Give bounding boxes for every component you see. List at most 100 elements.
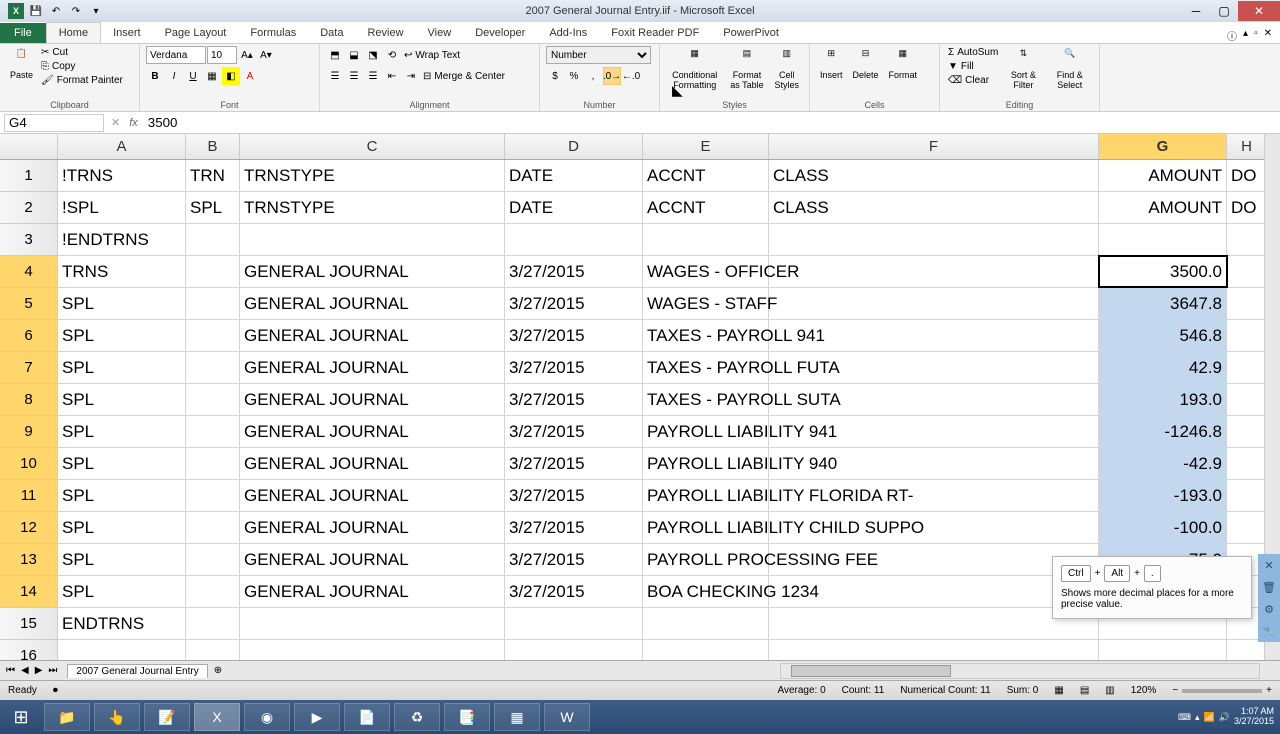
cell-H4[interactable] <box>1227 256 1267 287</box>
cell-D3[interactable] <box>505 224 643 255</box>
italic-button[interactable]: I <box>165 67 183 85</box>
side-gear-icon[interactable]: ⚙ <box>1258 598 1280 620</box>
cell-G4[interactable]: 3500.0 <box>1099 256 1227 287</box>
taskbar-app3[interactable]: ♻ <box>394 703 440 731</box>
cell-H11[interactable] <box>1227 480 1267 511</box>
cell-E15[interactable] <box>643 608 769 639</box>
font-size-input[interactable] <box>207 46 237 64</box>
formula-input[interactable] <box>144 114 1280 132</box>
cell-D2[interactable]: DATE <box>505 192 643 223</box>
tab-addins[interactable]: Add-Ins <box>537 23 599 43</box>
cell-C5[interactable]: GENERAL JOURNAL <box>240 288 505 319</box>
tab-data[interactable]: Data <box>308 23 355 43</box>
increase-indent-button[interactable]: ⇥ <box>402 67 420 85</box>
cell-A9[interactable]: SPL <box>58 416 186 447</box>
column-header-A[interactable]: A <box>58 134 186 159</box>
cell-F2[interactable]: CLASS <box>769 192 1099 223</box>
cell-D10[interactable]: 3/27/2015 <box>505 448 643 479</box>
restore-window-icon[interactable]: ▫ <box>1254 28 1258 43</box>
tab-foxit[interactable]: Foxit Reader PDF <box>599 23 711 43</box>
cell-C12[interactable]: GENERAL JOURNAL <box>240 512 505 543</box>
side-trash-icon[interactable]: 🗑 <box>1258 576 1280 598</box>
cell-D1[interactable]: DATE <box>505 160 643 191</box>
taskbar-chrome[interactable]: ◉ <box>244 703 290 731</box>
cell-A7[interactable]: SPL <box>58 352 186 383</box>
cell-E2[interactable]: ACCNT <box>643 192 769 223</box>
cell-A2[interactable]: !SPL <box>58 192 186 223</box>
decrease-indent-button[interactable]: ⇤ <box>383 67 401 85</box>
taskbar-touch[interactable]: 👆 <box>94 703 140 731</box>
tab-developer[interactable]: Developer <box>463 23 537 43</box>
delete-cells-button[interactable]: ⊟Delete <box>849 46 883 82</box>
cell-A6[interactable]: SPL <box>58 320 186 351</box>
cell-G5[interactable]: 3647.8 <box>1099 288 1227 319</box>
cell-D13[interactable]: 3/27/2015 <box>505 544 643 575</box>
tray-up-icon[interactable]: ▴ <box>1195 712 1200 723</box>
taskbar-word[interactable]: W <box>544 703 590 731</box>
cell-B12[interactable] <box>186 512 240 543</box>
column-header-C[interactable]: C <box>240 134 505 159</box>
row-header-2[interactable]: 2 <box>0 192 58 224</box>
wrap-text-button[interactable]: ↩Wrap Text <box>402 46 462 64</box>
zoom-level[interactable]: 120% <box>1131 685 1157 696</box>
row-header-8[interactable]: 8 <box>0 384 58 416</box>
column-header-G[interactable]: G <box>1099 134 1227 159</box>
row-header-10[interactable]: 10 <box>0 448 58 480</box>
cell-B5[interactable] <box>186 288 240 319</box>
row-header-11[interactable]: 11 <box>0 480 58 512</box>
fill-color-button[interactable]: ◧ <box>222 67 240 85</box>
row-header-4[interactable]: 4 <box>0 256 58 288</box>
cell-B15[interactable] <box>186 608 240 639</box>
cell-D9[interactable]: 3/27/2015 <box>505 416 643 447</box>
cell-D12[interactable]: 3/27/2015 <box>505 512 643 543</box>
cell-E12[interactable]: PAYROLL LIABILITY CHILD SUPPO <box>643 512 769 543</box>
new-sheet-icon[interactable]: ⊕ <box>214 665 222 676</box>
row-header-7[interactable]: 7 <box>0 352 58 384</box>
increase-font-icon[interactable]: A▴ <box>238 46 256 64</box>
align-center-button[interactable]: ☰ <box>345 67 363 85</box>
cell-D6[interactable]: 3/27/2015 <box>505 320 643 351</box>
cell-D5[interactable]: 3/27/2015 <box>505 288 643 319</box>
format-cells-button[interactable]: ▦Format <box>885 46 922 82</box>
cell-E8[interactable]: TAXES - PAYROLL SUTA <box>643 384 769 415</box>
cell-A3[interactable]: !ENDTRNS <box>58 224 186 255</box>
cell-C10[interactable]: GENERAL JOURNAL <box>240 448 505 479</box>
cell-B11[interactable] <box>186 480 240 511</box>
cell-C6[interactable]: GENERAL JOURNAL <box>240 320 505 351</box>
number-format-select[interactable]: Number <box>546 46 651 64</box>
cell-E4[interactable]: WAGES - OFFICER <box>643 256 769 287</box>
cell-E16[interactable] <box>643 640 769 660</box>
cell-E14[interactable]: BOA CHECKING 1234 <box>643 576 769 607</box>
cell-F8[interactable] <box>769 384 1099 415</box>
cancel-formula-icon[interactable]: ✕ <box>108 116 123 129</box>
cell-A4[interactable]: TRNS <box>58 256 186 287</box>
cut-button[interactable]: ✂Cut <box>39 46 125 59</box>
cell-H12[interactable] <box>1227 512 1267 543</box>
underline-button[interactable]: U <box>184 67 202 85</box>
row-header-3[interactable]: 3 <box>0 224 58 256</box>
view-layout-icon[interactable]: ▤ <box>1080 685 1089 696</box>
cell-G8[interactable]: 193.0 <box>1099 384 1227 415</box>
cell-C1[interactable]: TRNSTYPE <box>240 160 505 191</box>
excel-app-icon[interactable]: X <box>8 3 24 19</box>
row-header-1[interactable]: 1 <box>0 160 58 192</box>
font-color-button[interactable]: A <box>241 67 259 85</box>
align-left-button[interactable]: ☰ <box>326 67 344 85</box>
cell-H5[interactable] <box>1227 288 1267 319</box>
cell-E7[interactable]: TAXES - PAYROLL FUTA <box>643 352 769 383</box>
cell-A12[interactable]: SPL <box>58 512 186 543</box>
cell-C9[interactable]: GENERAL JOURNAL <box>240 416 505 447</box>
taskbar-app4[interactable]: 📑 <box>444 703 490 731</box>
column-header-D[interactable]: D <box>505 134 643 159</box>
side-close-icon[interactable]: ✕ <box>1258 554 1280 576</box>
cell-C11[interactable]: GENERAL JOURNAL <box>240 480 505 511</box>
cell-D11[interactable]: 3/27/2015 <box>505 480 643 511</box>
cell-B10[interactable] <box>186 448 240 479</box>
cell-B16[interactable] <box>186 640 240 660</box>
tray-clock[interactable]: 1:07 AM 3/27/2015 <box>1234 707 1274 727</box>
redo-icon[interactable]: ↷ <box>68 3 84 19</box>
cell-A15[interactable]: ENDTRNS <box>58 608 186 639</box>
cell-B7[interactable] <box>186 352 240 383</box>
row-header-13[interactable]: 13 <box>0 544 58 576</box>
taskbar-excel[interactable]: X <box>194 703 240 731</box>
